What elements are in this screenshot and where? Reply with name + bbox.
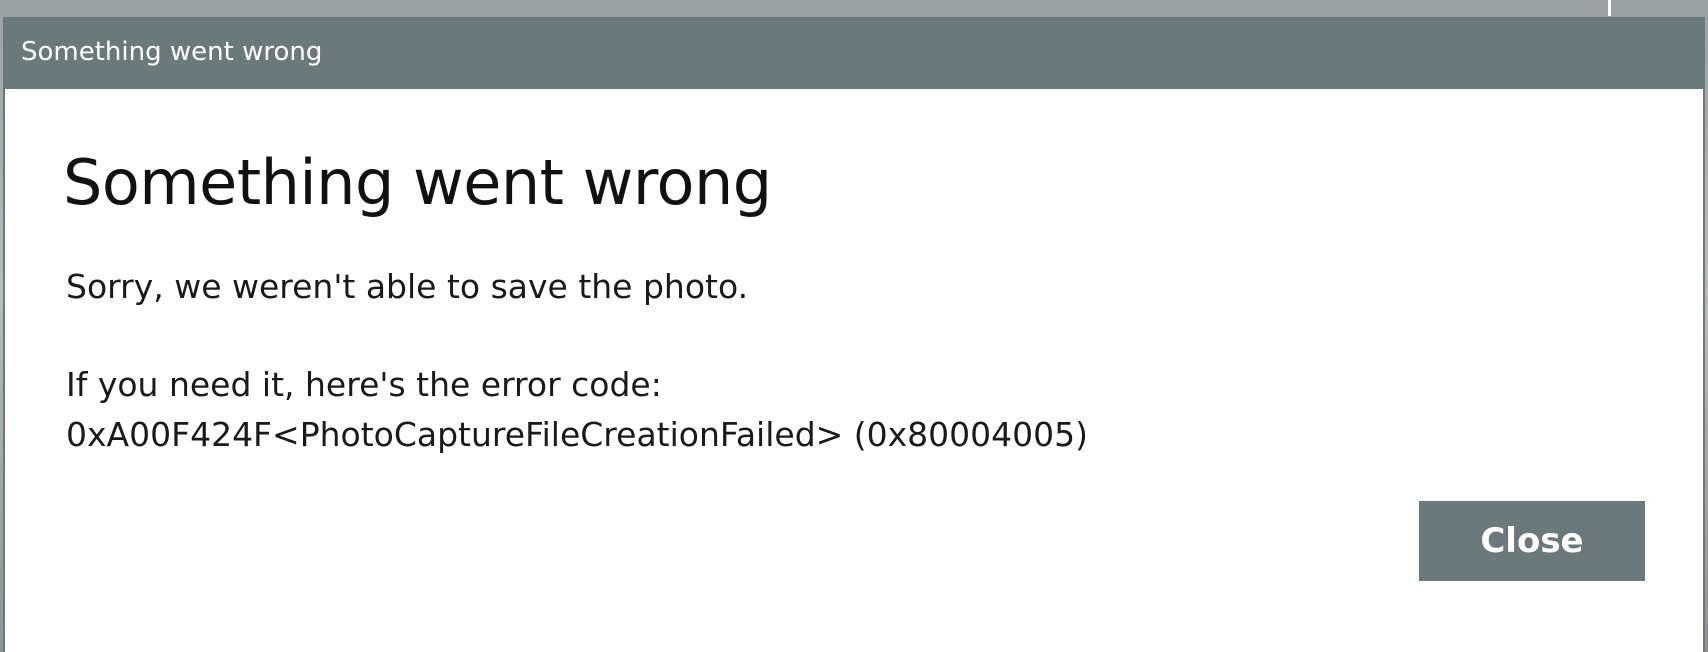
background-window-edge <box>1608 0 1611 16</box>
error-dialog: Something went wrong Something went wron… <box>3 17 1705 652</box>
error-message: Sorry, we weren't able to save the photo… <box>66 267 749 306</box>
dialog-title-bar: Something went wrong <box>3 17 1705 89</box>
error-code-label: If you need it, here's the error code: <box>66 365 662 404</box>
dialog-title: Something went wrong <box>21 37 323 67</box>
close-button[interactable]: Close <box>1419 501 1645 581</box>
error-heading: Something went wrong <box>63 146 772 219</box>
error-code-value: 0xA00F424F<PhotoCaptureFileCreationFaile… <box>66 415 1089 454</box>
